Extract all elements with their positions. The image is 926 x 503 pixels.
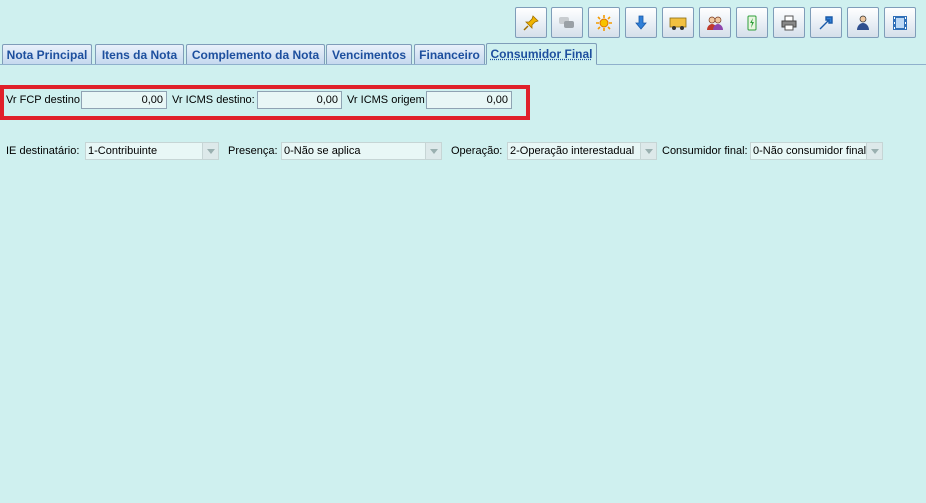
- ie-destinatario-select[interactable]: 1-Contribuinte: [85, 142, 219, 160]
- ie-destinatario-value: 1-Contribuinte: [88, 145, 158, 157]
- battery-icon: [747, 15, 757, 30]
- film-button[interactable]: [884, 7, 916, 38]
- presenca-select[interactable]: 0-Não se aplica: [281, 142, 442, 160]
- fcp-destino-field[interactable]: 0,00: [81, 91, 167, 109]
- tab-itens-da-nota[interactable]: Itens da Nota: [95, 44, 184, 65]
- operacao-select[interactable]: 2-Operação interestadual: [507, 142, 657, 160]
- consumidor-final-label: Consumidor final:: [662, 145, 748, 157]
- tab-label: Complemento da Nota: [191, 48, 320, 62]
- pin-button[interactable]: [515, 7, 547, 38]
- tab-strip: Nota Principal Itens da Nota Complemento…: [2, 43, 926, 65]
- tab-financeiro[interactable]: Financeiro: [414, 44, 485, 65]
- icms-destino-label: Vr ICMS destino:: [172, 94, 255, 106]
- pin-icon: [523, 14, 539, 31]
- users-icon: [707, 16, 723, 30]
- person-icon: [857, 15, 869, 30]
- person-button[interactable]: [847, 7, 879, 38]
- users-button[interactable]: [699, 7, 731, 38]
- chat-bubbles-icon: [559, 16, 574, 28]
- chevron-down-icon[interactable]: [866, 143, 882, 159]
- icms-origem-field[interactable]: 0,00: [426, 91, 512, 109]
- export-arrow-icon: [819, 15, 833, 29]
- fcp-destino-label: Vr FCP destino: [6, 94, 80, 106]
- sun-button[interactable]: [588, 7, 620, 38]
- printer-icon: [781, 15, 797, 30]
- tab-label: Financeiro: [419, 48, 480, 62]
- chat-button[interactable]: [551, 7, 583, 38]
- download-arrow-icon: [635, 15, 647, 30]
- download-button[interactable]: [625, 7, 657, 38]
- tab-label: Itens da Nota: [101, 48, 178, 62]
- export-button[interactable]: [810, 7, 842, 38]
- tab-label: Consumidor Final: [490, 47, 593, 61]
- icms-origem-label: Vr ICMS origem: [347, 94, 425, 106]
- tab-label: Vencimentos: [331, 48, 407, 62]
- battery-button[interactable]: [736, 7, 768, 38]
- tab-vencimentos[interactable]: Vencimentos: [326, 44, 412, 65]
- consumidor-final-value: 0-Não consumidor final: [753, 145, 867, 157]
- truck-button[interactable]: [662, 7, 694, 38]
- presenca-label: Presença:: [228, 145, 278, 157]
- operacao-value: 2-Operação interestadual: [510, 145, 635, 157]
- tab-nota-principal[interactable]: Nota Principal: [2, 44, 92, 65]
- tab-label: Nota Principal: [6, 48, 88, 62]
- sun-icon: [596, 14, 612, 31]
- print-button[interactable]: [773, 7, 805, 38]
- icms-destino-field[interactable]: 0,00: [257, 91, 342, 109]
- tab-consumidor-final[interactable]: Consumidor Final: [486, 43, 597, 65]
- consumidor-final-select[interactable]: 0-Não consumidor final: [750, 142, 883, 160]
- chevron-down-icon[interactable]: [640, 143, 656, 159]
- truck-icon: [669, 17, 687, 30]
- chevron-down-icon[interactable]: [425, 143, 441, 159]
- film-icon: [893, 15, 907, 30]
- presenca-value: 0-Não se aplica: [284, 145, 361, 157]
- chevron-down-icon[interactable]: [202, 143, 218, 159]
- operacao-label: Operação:: [451, 145, 503, 157]
- ie-destinatario-label: IE destinatário:: [6, 145, 80, 157]
- tab-complemento-da-nota[interactable]: Complemento da Nota: [186, 44, 325, 65]
- tab-divider: [0, 64, 926, 65]
